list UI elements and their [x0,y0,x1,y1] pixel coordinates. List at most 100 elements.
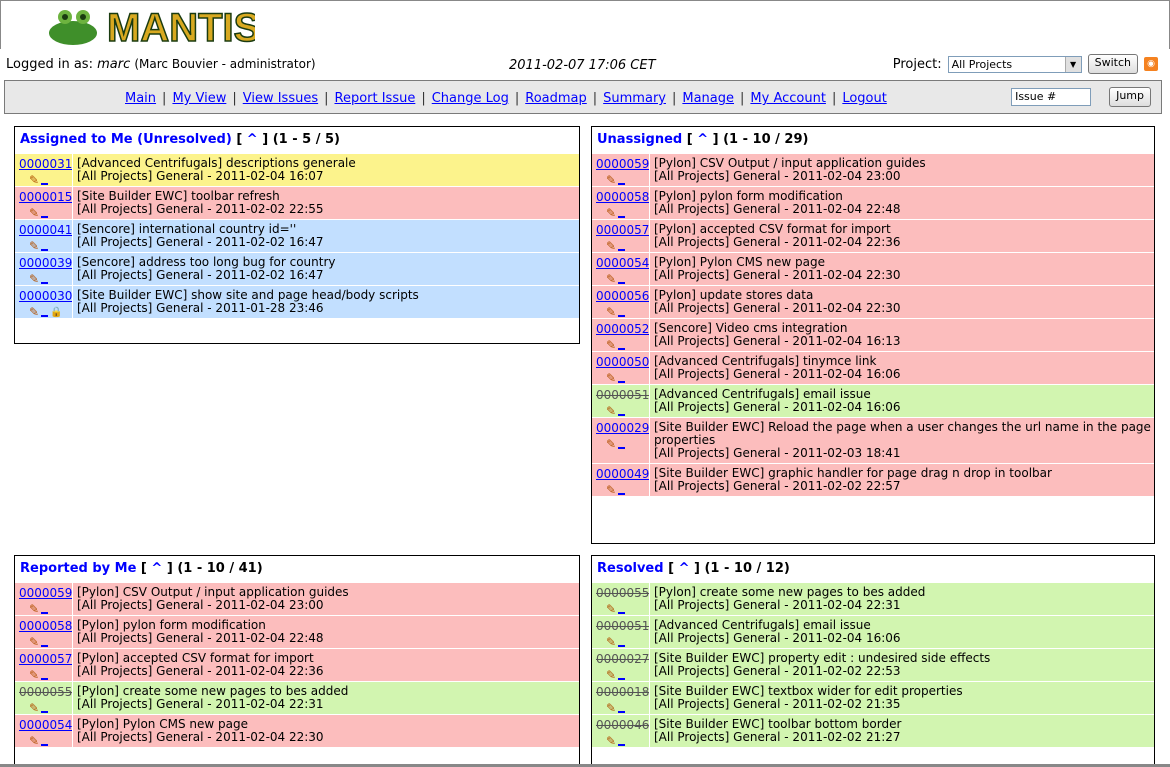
issue-meta: [All Projects] General - 2011-02-02 22:5… [77,202,324,216]
edit-pencil-icon[interactable]: ✎ [606,174,616,186]
edit-pencil-icon[interactable]: ✎ [29,240,39,252]
edit-pencil-icon[interactable]: ✎ [606,207,616,219]
issue-id-link[interactable]: 0000055 [19,685,72,699]
edit-pencil-icon[interactable]: ✎ [606,702,616,714]
issue-id-link[interactable]: 0000059 [596,157,649,171]
issue-id-link[interactable]: 0000027 [596,652,649,666]
edit-pencil-icon[interactable]: ✎ [606,603,616,615]
issue-id-link[interactable]: 0000051 [596,619,649,633]
nav-link[interactable]: My Account [750,91,826,106]
issue-id-link[interactable]: 0000039 [19,256,72,270]
issue-row: 0000050 ✎ [Advanced Centrifugals] tinymce … [592,351,1154,384]
edit-pencil-icon[interactable]: ✎ [29,669,39,681]
chevron-down-icon[interactable]: ▼ [1064,56,1081,72]
edit-pencil-icon[interactable]: ✎ [29,603,39,615]
issue-row-left: 0000050 ✎ [592,352,649,384]
nav-link[interactable]: Change Log [432,91,509,106]
nav-link[interactable]: Roadmap [525,91,587,106]
issue-id-link[interactable]: 0000046 [596,718,649,732]
priority-icon [618,414,626,416]
edit-pencil-icon[interactable]: ✎ [606,339,616,351]
edit-pencil-icon[interactable]: ✎ [606,669,616,681]
issue-id-link[interactable]: 0000051 [596,388,649,402]
scroll-top-link[interactable]: ^ [697,132,708,147]
edit-pencil-icon[interactable]: ✎ [606,405,616,417]
issue-id-link[interactable]: 0000058 [19,619,72,633]
edit-pencil-icon[interactable]: ✎ [606,438,616,450]
edit-pencil-icon[interactable]: ✎ [606,372,616,384]
edit-pencil-icon[interactable]: ✎ [29,273,39,285]
issue-row-icons: ✎ [596,700,649,714]
priority-icon [618,348,626,350]
issue-id-link[interactable]: 0000057 [19,652,72,666]
issue-id-link[interactable]: 0000050 [596,355,649,369]
issue-id-link[interactable]: 0000031 [19,157,72,171]
issue-row-details: [Site Builder EWC] textbox wider for edi… [649,682,1154,714]
issue-id-link[interactable]: 0000055 [596,586,649,600]
edit-pencil-icon[interactable]: ✎ [606,735,616,747]
nav-link[interactable]: View Issues [243,91,318,106]
nav-link[interactable]: Manage [682,91,734,106]
issue-id-link[interactable]: 0000054 [596,256,649,270]
nav-link[interactable]: Summary [603,91,666,106]
rss-icon[interactable]: ◉ [1144,57,1158,71]
edit-pencil-icon[interactable]: ✎ [29,207,39,219]
issue-row: 0000031 ✎ [Advanced Centrifugals] descript… [15,153,579,186]
nav-link[interactable]: Logout [842,91,887,106]
issue-id-link[interactable]: 0000052 [596,322,649,336]
jump-button[interactable]: Jump [1109,87,1151,107]
issue-row-left: 0000051 ✎ [592,385,649,417]
issue-number-input[interactable]: Issue # [1011,88,1092,106]
edit-pencil-icon[interactable]: ✎ [29,306,39,318]
edit-pencil-icon[interactable]: ✎ [606,484,616,496]
nav-link[interactable]: My View [172,91,226,106]
issue-id-link[interactable]: 0000029 [596,421,649,435]
issue-id-link[interactable]: 0000015 [19,190,72,204]
issue-row-icons: ✎ [19,205,72,219]
nav-link[interactable]: Main [125,91,156,106]
issue-id-link[interactable]: 0000030 [19,289,72,303]
issue-row-icons: ✎ [596,337,649,351]
scroll-top-link[interactable]: ^ [151,561,162,576]
edit-pencil-icon[interactable]: ✎ [29,636,39,648]
switch-button[interactable]: Switch [1087,54,1138,74]
issue-row: 0000041 ✎ [Sencore] international country … [15,219,579,252]
issue-id-link[interactable]: 0000054 [19,718,72,732]
issue-meta: [All Projects] General - 2011-02-04 22:3… [654,301,901,315]
scroll-top-link[interactable]: ^ [247,132,258,147]
project-switcher: Project: All Projects ▼ Switch ◉ [893,54,1158,74]
panel-title[interactable]: Unassigned [597,132,682,147]
issue-id-link[interactable]: 0000058 [596,190,649,204]
issue-row: 0000056 ✎ [Pylon] update stores data [All P… [592,285,1154,318]
panel-range: (1 - 10 / 12) [704,561,790,576]
mantis-logo[interactable]: MANTIS [45,3,255,47]
issue-row-left: 0000031 ✎ [15,154,72,186]
panel-title[interactable]: Reported by Me [20,561,136,576]
edit-pencil-icon[interactable]: ✎ [29,174,39,186]
edit-pencil-icon[interactable]: ✎ [606,273,616,285]
scroll-top-link[interactable]: ^ [679,561,690,576]
issue-id-link[interactable]: 0000049 [596,467,649,481]
edit-pencil-icon[interactable]: ✎ [606,636,616,648]
issue-id-link[interactable]: 0000056 [596,289,649,303]
issue-meta: [All Projects] General - 2011-02-04 22:3… [654,268,901,282]
nav-separator: | [324,91,329,106]
priority-icon [41,249,49,251]
edit-pencil-icon[interactable]: ✎ [29,702,39,714]
issue-id-link[interactable]: 0000059 [19,586,72,600]
edit-pencil-icon[interactable]: ✎ [606,240,616,252]
priority-icon [41,612,49,614]
nav-link[interactable]: Report Issue [335,91,416,106]
panel-resolved: Resolved [ ^ ] (1 - 10 / 12) 0000055 ✎ [Pyl… [591,555,1155,767]
issue-row-details: [Site Builder EWC] toolbar refresh [All P… [72,187,579,219]
issue-id-link[interactable]: 0000041 [19,223,72,237]
project-select[interactable]: All Projects ▼ [947,55,1082,73]
edit-pencil-icon[interactable]: ✎ [29,735,39,747]
panel-title[interactable]: Assigned to Me (Unresolved) [20,132,232,147]
issue-id-link[interactable]: 0000018 [596,685,649,699]
issue-row-icons: ✎ [19,733,72,747]
panel-title[interactable]: Resolved [597,561,664,576]
issue-row-details: [Pylon] Pylon CMS new page [All Projects]… [649,253,1154,285]
edit-pencil-icon[interactable]: ✎ [606,306,616,318]
issue-id-link[interactable]: 0000057 [596,223,649,237]
